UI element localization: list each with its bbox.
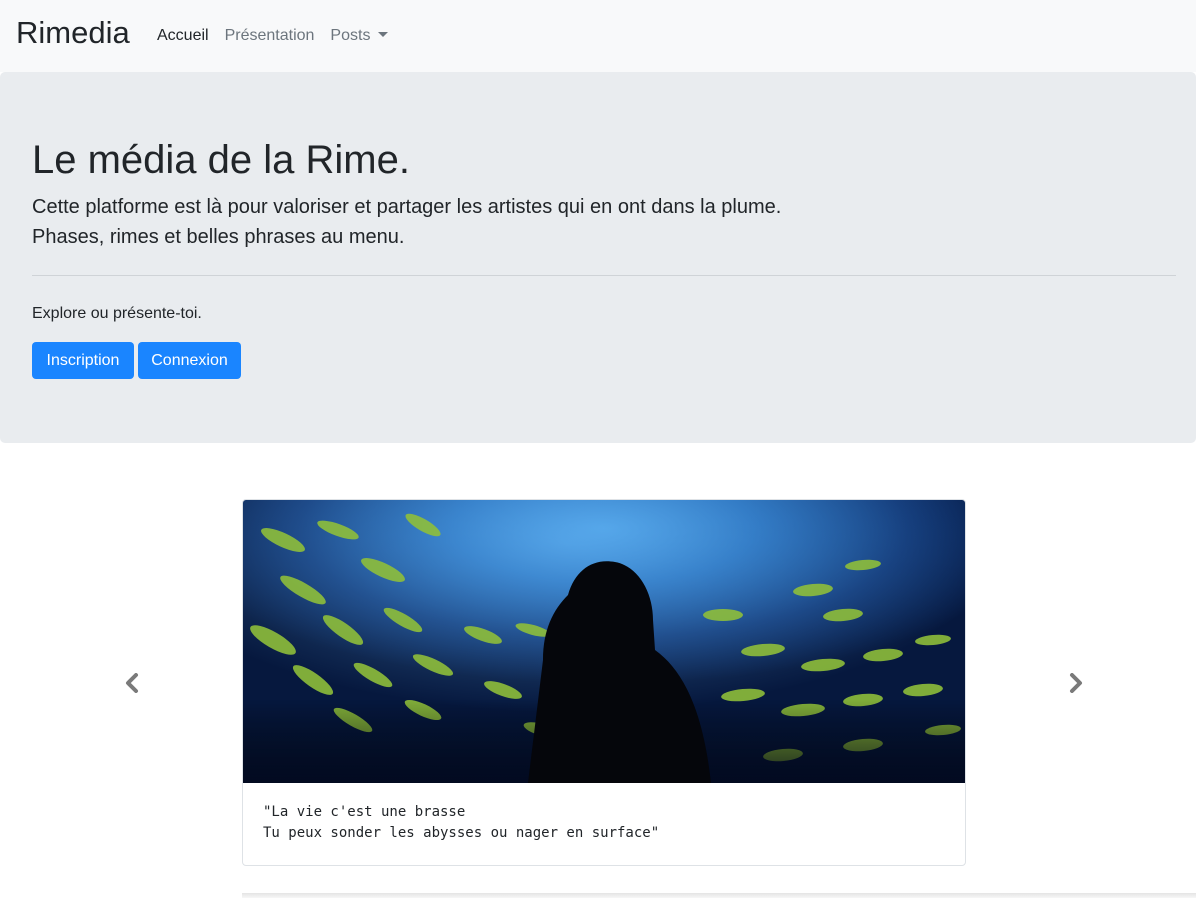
chevron-left-icon (126, 673, 138, 693)
nav-link-presentation[interactable]: Présentation (225, 24, 315, 48)
hero-divider (32, 275, 1176, 276)
hero-lead-line1: Cette platforme est là pour valoriser et… (32, 196, 782, 218)
hero-jumbotron: Le média de la Rime. Cette platforme est… (0, 72, 1196, 443)
inscription-button[interactable]: Inscription (32, 342, 134, 379)
quote-line1: "La vie c'est une brasse (263, 804, 466, 820)
hero-subtext: Explore ou présente-toi. (32, 305, 202, 322)
carousel-prev-button[interactable] (117, 668, 147, 698)
nav-links: Accueil Présentation Posts (157, 24, 404, 48)
nav-link-accueil[interactable]: Accueil (157, 24, 209, 48)
aquarium-illustration (243, 500, 965, 783)
brand-logo[interactable]: Rimedia (16, 12, 130, 54)
hero-lead-line2: Phases, rimes et belles phrases au menu. (32, 226, 405, 248)
nav-dropdown-posts[interactable]: Posts (330, 24, 389, 48)
nav-dropdown-posts-label: Posts (330, 27, 371, 44)
caret-down-icon (378, 32, 389, 37)
aquarium-image (243, 500, 965, 783)
carousel-card: "La vie c'est une brasse Tu peux sonder … (242, 499, 966, 866)
quote-line2: Tu peux sonder les abysses ou nager en s… (263, 825, 660, 841)
chevron-right-icon (1070, 673, 1082, 693)
bottom-shadow (242, 893, 1196, 898)
navbar: Rimedia Accueil Présentation Posts (0, 0, 1196, 72)
carousel-next-button[interactable] (1061, 668, 1091, 698)
quote-caption: "La vie c'est une brasse Tu peux sonder … (263, 802, 659, 844)
connexion-button[interactable]: Connexion (138, 342, 241, 379)
hero-title: Le média de la Rime. (32, 138, 410, 182)
